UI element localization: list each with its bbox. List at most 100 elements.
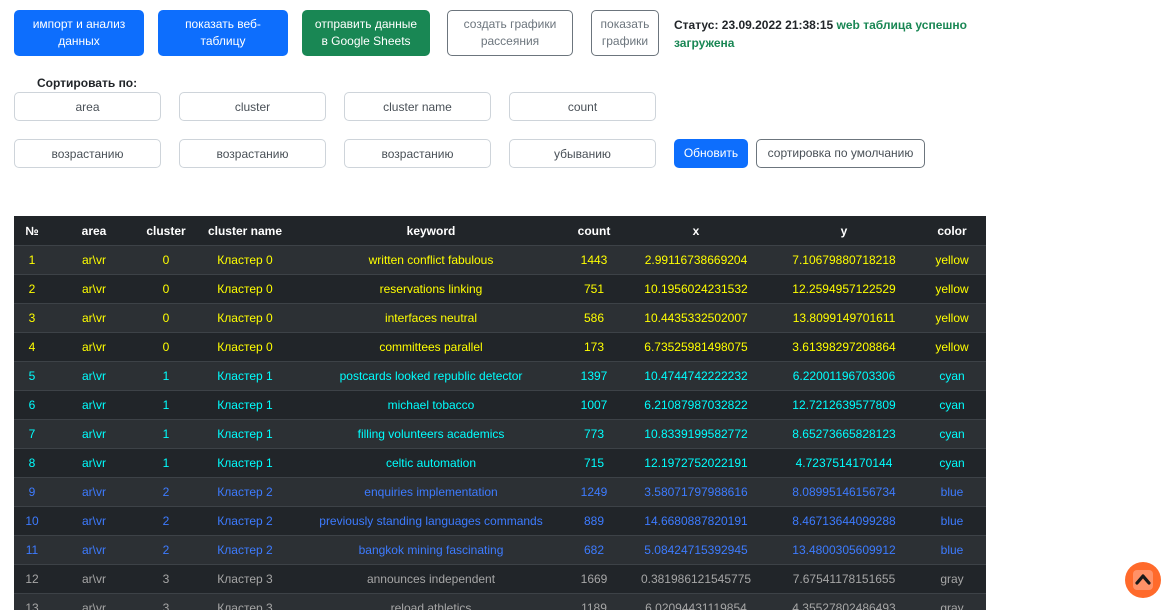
sort-field-select-4[interactable]: count [509,92,656,121]
cell-keyword: filling volunteers academics [296,419,566,449]
sort-field-select-1[interactable]: area [14,92,161,121]
cell-y: 6.22001196703306 [770,361,918,391]
cell-color: cyan [918,448,986,478]
cell-count: 751 [566,274,622,304]
cell-cluster: 0 [138,274,194,304]
cell-cluster: 0 [138,303,194,333]
cell-color: yellow [918,303,986,333]
cell-cluster: 1 [138,361,194,391]
cell-keyword: enquiries implementation [296,477,566,507]
sort-order-select-3[interactable]: возрастанию [344,139,491,168]
cell-count: 889 [566,506,622,536]
sort-field-select-3[interactable]: cluster name [344,92,491,121]
col-header-x[interactable]: x [622,216,770,246]
cell-cluster-name: Кластер 0 [194,332,296,362]
table-row[interactable]: 12 ar\vr 3 Кластер 3 announces independent 16… [14,564,986,594]
send-google-sheets-button[interactable]: отправить данные в Google Sheets [302,10,430,56]
cell-keyword: reservations linking [296,274,566,304]
sort-order-select-4[interactable]: убыванию [509,139,656,168]
show-web-table-button[interactable]: показать веб-таблицу [158,10,288,56]
cell-area: ar\vr [50,506,138,536]
create-scatter-plots-button[interactable]: создать графики рассеяния [447,10,573,56]
sort-order-select-2[interactable]: возрастанию [179,139,326,168]
table-row[interactable]: 13 ar\vr 3 Кластер 3 reload athletics 1189 6.0… [14,593,986,610]
cell-y: 8.46713644099288 [770,506,918,536]
table-row[interactable]: 4 ar\vr 0 Кластер 0 committees parallel 173 6.… [14,332,986,362]
col-header-area[interactable]: area [50,216,138,246]
col-header-color[interactable]: color [918,216,986,246]
data-table-container: № area cluster cluster name keyword coun… [14,216,986,610]
cell-number: 13 [14,593,50,610]
table-row[interactable]: 1 ar\vr 0 Кластер 0 written conflict fabulou… [14,245,986,275]
cell-cluster-name: Кластер 0 [194,245,296,275]
status-prefix: Статус: 23.09.2022 21:38:15 [674,18,834,32]
table-row[interactable]: 5 ar\vr 1 Кластер 1 postcards looked republi… [14,361,986,391]
cell-x: 12.1972752022191 [622,448,770,478]
cell-count: 682 [566,535,622,565]
cell-x: 10.4744742222232 [622,361,770,391]
col-header-number[interactable]: № [14,216,50,246]
cell-area: ar\vr [50,245,138,275]
cell-y: 4.35527802486493 [770,593,918,610]
cell-x: 3.58071797988616 [622,477,770,507]
cell-area: ar\vr [50,593,138,610]
table-row[interactable]: 2 ar\vr 0 Кластер 0 reservations linking 751 1… [14,274,986,304]
cell-keyword: postcards looked republic detector [296,361,566,391]
cell-area: ar\vr [50,390,138,420]
cell-number: 4 [14,332,50,362]
col-header-keyword[interactable]: keyword [296,216,566,246]
cell-y: 3.61398297208864 [770,332,918,362]
cell-y: 8.65273665828123 [770,419,918,449]
cell-color: blue [918,506,986,536]
cell-color: cyan [918,419,986,449]
sort-order-select-1[interactable]: возрастанию [14,139,161,168]
cell-area: ar\vr [50,535,138,565]
cell-count: 173 [566,332,622,362]
cell-count: 586 [566,303,622,333]
cell-color: yellow [918,274,986,304]
show-charts-button[interactable]: показать графики [591,10,659,56]
cell-count: 773 [566,419,622,449]
cell-color: cyan [918,361,986,391]
cell-number: 9 [14,477,50,507]
cell-number: 7 [14,419,50,449]
sort-field-select-2[interactable]: cluster [179,92,326,121]
cell-cluster-name: Кластер 1 [194,419,296,449]
table-row[interactable]: 8 ar\vr 1 Кластер 1 celtic automation 715 12.1… [14,448,986,478]
table-row[interactable]: 3 ar\vr 0 Кластер 0 interfaces neutral 586 10.… [14,303,986,333]
cell-x: 6.73525981498075 [622,332,770,362]
cell-count: 715 [566,448,622,478]
import-analyze-button[interactable]: импорт и анализ данных [14,10,144,56]
col-header-cluster[interactable]: cluster [138,216,194,246]
cell-number: 10 [14,506,50,536]
cell-number: 11 [14,535,50,565]
cell-cluster: 2 [138,535,194,565]
cell-keyword: interfaces neutral [296,303,566,333]
cell-x: 10.8339199582772 [622,419,770,449]
cell-number: 8 [14,448,50,478]
cell-color: gray [918,593,986,610]
refresh-button[interactable]: Обновить [674,139,748,168]
table-row[interactable]: 11 ar\vr 2 Кластер 2 bangkok mining fascinat… [14,535,986,565]
cell-cluster-name: Кластер 2 [194,506,296,536]
default-sort-button[interactable]: сортировка по умолчанию [756,139,925,168]
cell-color: yellow [918,245,986,275]
cell-area: ar\vr [50,332,138,362]
col-header-cluster-name[interactable]: cluster name [194,216,296,246]
cell-number: 12 [14,564,50,594]
table-row[interactable]: 10 ar\vr 2 Кластер 2 previously standing lan… [14,506,986,536]
cell-keyword: reload athletics [296,593,566,610]
table-row[interactable]: 6 ar\vr 1 Кластер 1 michael tobacco 1007 6.210… [14,390,986,420]
cell-color: blue [918,535,986,565]
table-row[interactable]: 9 ar\vr 2 Кластер 2 enquiries implementation… [14,477,986,507]
cell-cluster-name: Кластер 3 [194,564,296,594]
cell-x: 14.6680887820191 [622,506,770,536]
chevron-up-icon [1133,570,1153,590]
sort-label: Сортировать по: [37,76,138,90]
scroll-to-top-button[interactable] [1125,562,1161,598]
col-header-count[interactable]: count [566,216,622,246]
cell-y: 4.7237514170144 [770,448,918,478]
col-header-y[interactable]: y [770,216,918,246]
table-row[interactable]: 7 ar\vr 1 Кластер 1 filling volunteers acade… [14,419,986,449]
cell-y: 12.7212639577809 [770,390,918,420]
